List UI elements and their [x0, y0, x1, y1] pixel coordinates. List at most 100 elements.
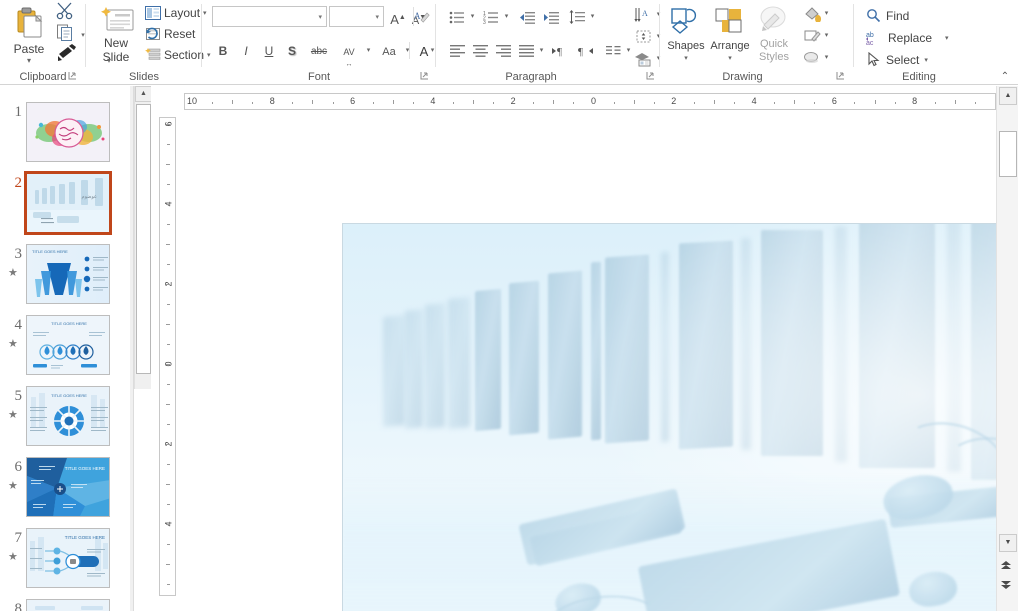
new-slide-dropdown-caret[interactable]: ▾ [107, 56, 111, 65]
font-size-input[interactable]: ▾ [329, 6, 384, 27]
scrollbar-thumb[interactable] [999, 131, 1017, 177]
slide-thumbnail-8[interactable]: 8 [0, 597, 130, 611]
slide-thumbnail-4[interactable]: 4 ★ TITLE GOES HERE [0, 313, 130, 384]
shape-outline-button[interactable] [800, 25, 821, 46]
copy-button[interactable] [56, 23, 80, 43]
slide-canvas-area[interactable]: موضوع: استاد راهنما: ارائه دهنده: [151, 86, 1018, 611]
text-shadow-button[interactable]: S [281, 40, 303, 61]
numbering-caret[interactable]: ▾ [501, 6, 512, 27]
bold-button[interactable]: B [212, 40, 234, 61]
slide-thumbnail-7[interactable]: 7 ★ TITLE GOES HERE [0, 526, 130, 597]
arrange-caret[interactable]: ▾ [709, 54, 751, 62]
select-caret: ▾ [924, 56, 928, 64]
layout-button[interactable]: Layout ▾ [142, 3, 210, 23]
justify-button[interactable] [515, 40, 536, 61]
arrange-button[interactable]: Arrange ▾ [708, 3, 752, 65]
paste-button[interactable]: Paste ▾ [5, 3, 53, 65]
change-case-caret[interactable]: ▾ [402, 40, 413, 61]
font-size-field[interactable] [330, 7, 370, 26]
slide-vertical-scrollbar[interactable]: ▲ ▼ [996, 86, 1018, 611]
paragraph-dialog-launcher[interactable] [646, 71, 657, 82]
increase-indent-button[interactable] [540, 6, 561, 27]
increase-font-size-button[interactable]: A▲ [387, 6, 409, 27]
shapes-button[interactable]: Shapes ▾ [664, 3, 708, 65]
align-left-button[interactable] [446, 40, 467, 61]
shape-fill-caret[interactable]: ▾ [821, 3, 832, 24]
slide-thumbnail-6[interactable]: 6 ★ TITLE GOES HERE [0, 455, 130, 526]
slide-preview[interactable]: TITLE GOES HERE [26, 315, 110, 375]
slide-preview[interactable]: TITLE GOES HERE [26, 457, 110, 517]
ruler-minor-tick [332, 102, 334, 104]
shape-outline-caret[interactable]: ▾ [821, 25, 832, 46]
strikethrough-button[interactable]: abc [304, 40, 334, 61]
scroll-down-button[interactable]: ▼ [999, 534, 1017, 552]
underline-button[interactable]: U [258, 40, 280, 61]
new-slide-button[interactable]: New Slide ▾ [92, 3, 140, 65]
numbering-button[interactable]: 1 2 3 [480, 6, 501, 27]
cut-button[interactable] [56, 2, 80, 22]
font-name-input[interactable]: ▾ [212, 6, 327, 27]
font-dialog-launcher[interactable] [420, 71, 431, 82]
columns-button[interactable] [602, 40, 623, 61]
character-spacing-button[interactable]: AV ↔ [334, 40, 364, 68]
next-slide-button[interactable] [999, 578, 1017, 596]
svg-text:¶: ¶ [578, 46, 583, 58]
thumbnail-scroll-up-button[interactable]: ▲ [135, 86, 152, 102]
svg-text:TITLE GOES HERE: TITLE GOES HERE [32, 249, 68, 254]
line-spacing-button[interactable] [566, 6, 587, 27]
replace-button[interactable]: ab ac Replace ▾ [862, 27, 953, 48]
paste-dropdown-caret[interactable]: ▾ [6, 56, 52, 65]
reset-button[interactable]: Reset [142, 24, 198, 44]
slide-thumbnail-2[interactable]: 2 عوضوم [0, 171, 130, 242]
format-painter-button[interactable] [56, 44, 82, 64]
italic-button[interactable]: I [235, 40, 257, 61]
ruler-tick [166, 584, 170, 585]
slide-preview[interactable] [26, 102, 110, 162]
ruler-tick [166, 264, 170, 265]
shape-effects-caret[interactable]: ▾ [821, 47, 832, 68]
clear-formatting-button[interactable]: A [413, 6, 435, 27]
quick-styles-button[interactable]: Quick Styles [752, 3, 796, 65]
slide-thumbnail-3[interactable]: 3 ★ TITLE GOES HERE [0, 242, 130, 313]
slide-preview[interactable]: TITLE GOES HERE [26, 528, 110, 588]
slide-editing-surface[interactable]: موضوع: استاد راهنما: ارائه دهنده: [342, 223, 1018, 611]
slide-preview[interactable]: TITLE GOES HERE [26, 244, 110, 304]
thumbnail-scrollbar[interactable]: ▲ [134, 86, 152, 389]
drawing-dialog-launcher[interactable] [836, 71, 847, 82]
font-name-caret[interactable]: ▾ [318, 13, 322, 21]
decrease-indent-button[interactable] [516, 6, 537, 27]
ruler-minor-tick [613, 102, 615, 104]
svg-text:3: 3 [483, 20, 486, 25]
shape-fill-button[interactable] [800, 3, 821, 24]
align-center-button[interactable] [469, 40, 490, 61]
bullets-button[interactable] [446, 6, 467, 27]
shape-effects-button[interactable] [800, 47, 821, 68]
slide-thumbnail-pane[interactable]: 1 2 عوضوم 3 ★ TITLE GOES HERE 4 ★ TITLE … [0, 86, 130, 611]
four-drop-icons-thumb: TITLE GOES HERE [27, 316, 109, 374]
slide-thumbnail-1[interactable]: 1 [0, 100, 130, 171]
left-to-right-button[interactable]: ¶ [550, 40, 571, 61]
quick-styles-label-line1: Quick [759, 38, 789, 50]
clipboard-dialog-launcher[interactable] [68, 71, 79, 82]
slide-preview[interactable] [26, 599, 110, 611]
slide-thumbnail-5[interactable]: 5 ★ TITLE GOES HERE [0, 384, 130, 455]
shapes-caret[interactable]: ▾ [665, 54, 707, 62]
bullets-caret[interactable]: ▾ [467, 6, 478, 27]
find-button[interactable]: Find [862, 5, 913, 26]
previous-slide-button[interactable] [999, 558, 1017, 576]
justify-caret[interactable]: ▾ [536, 40, 547, 61]
line-spacing-caret[interactable]: ▾ [587, 6, 598, 27]
change-case-button[interactable]: Aa [374, 40, 404, 61]
thumbnail-scrollbar-thumb[interactable] [136, 104, 151, 374]
slide-preview[interactable]: عوضوم [24, 171, 112, 235]
slide-preview[interactable]: TITLE GOES HERE [26, 386, 110, 446]
collapse-ribbon-button[interactable]: ⌃ [997, 70, 1013, 84]
select-button[interactable]: Select ▾ [862, 49, 932, 70]
scroll-up-button[interactable]: ▲ [999, 87, 1017, 105]
ruler-tick [166, 384, 170, 385]
font-name-field[interactable] [213, 7, 313, 26]
character-spacing-caret[interactable]: ▾ [363, 40, 374, 61]
right-to-left-button[interactable]: ¶ [575, 40, 596, 61]
font-size-caret[interactable]: ▾ [375, 13, 379, 21]
align-right-button[interactable] [492, 40, 513, 61]
